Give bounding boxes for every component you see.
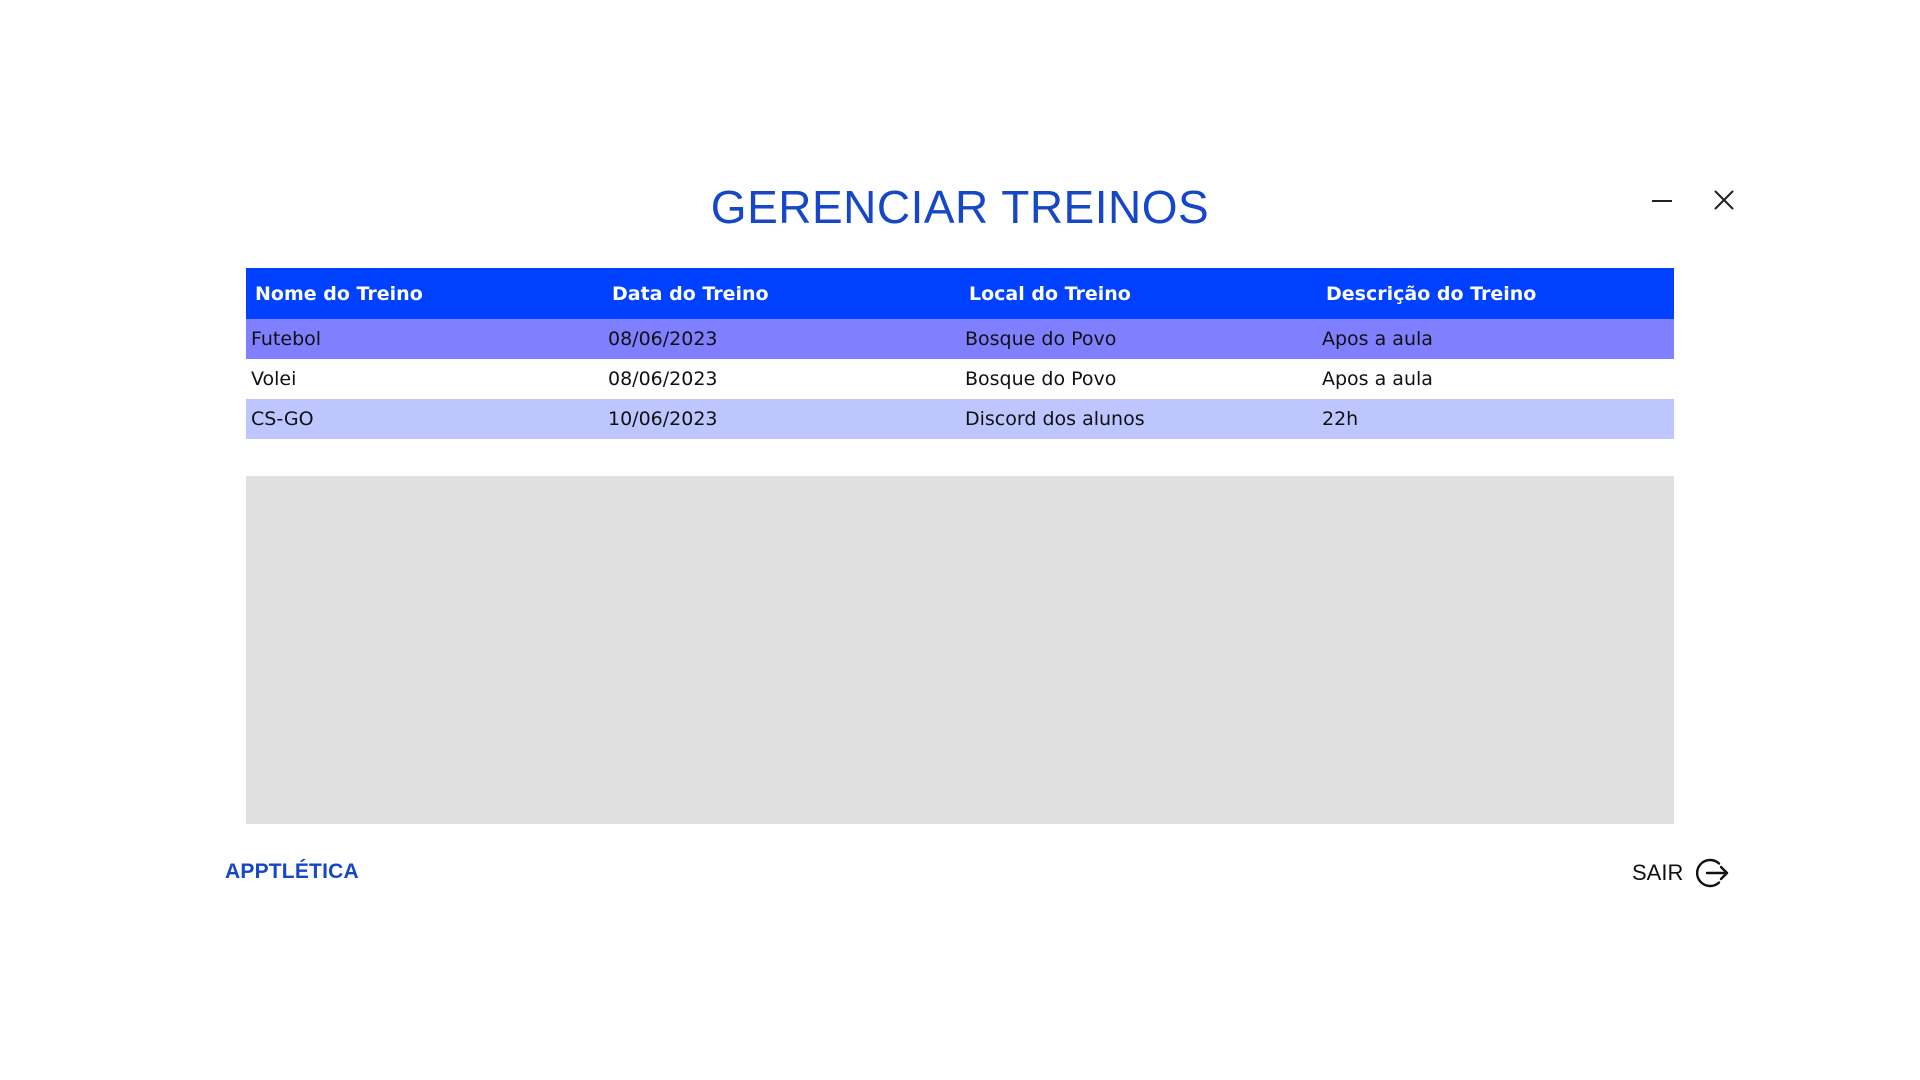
cell-nome[interactable]: Volei [246, 359, 603, 399]
minimize-button[interactable] [1648, 186, 1676, 214]
manage-trainings-window: GERENCIAR TREINOS Nome do Treino Data do… [0, 0, 1920, 1080]
cell-descricao[interactable]: 22h [1317, 399, 1674, 439]
close-icon [1714, 190, 1734, 210]
cell-data[interactable]: 08/06/2023 [603, 359, 960, 399]
cell-nome[interactable]: CS-GO [246, 399, 603, 439]
table-row[interactable]: Volei 08/06/2023 Bosque do Povo Apos a a… [246, 359, 1674, 399]
table-header-row: Nome do Treino Data do Treino Local do T… [246, 268, 1674, 319]
cell-local[interactable]: Bosque do Povo [960, 319, 1317, 359]
exit-button[interactable]: SAIR [1632, 855, 1731, 891]
cell-data[interactable]: 08/06/2023 [603, 319, 960, 359]
cell-local[interactable]: Discord dos alunos [960, 399, 1317, 439]
brand-logo-text: APPTLÉTICA [225, 860, 359, 883]
minimize-icon [1652, 200, 1672, 202]
column-header-data[interactable]: Data do Treino [603, 268, 960, 319]
logout-icon [1696, 858, 1729, 888]
column-header-descricao[interactable]: Descrição do Treino [1317, 268, 1674, 319]
cell-data[interactable]: 10/06/2023 [603, 399, 960, 439]
table-row[interactable]: Futebol 08/06/2023 Bosque do Povo Apos a… [246, 319, 1674, 359]
close-button[interactable] [1710, 186, 1738, 214]
cell-local[interactable]: Bosque do Povo [960, 359, 1317, 399]
table-row[interactable]: CS-GO 10/06/2023 Discord dos alunos 22h [246, 399, 1674, 439]
page-title: GERENCIAR TREINOS [710, 181, 1210, 233]
trainings-table[interactable]: Nome do Treino Data do Treino Local do T… [246, 268, 1674, 439]
column-header-local[interactable]: Local do Treino [960, 268, 1317, 319]
column-header-nome[interactable]: Nome do Treino [246, 268, 603, 319]
details-panel [246, 476, 1674, 824]
cell-descricao[interactable]: Apos a aula [1317, 319, 1674, 359]
cell-nome[interactable]: Futebol [246, 319, 603, 359]
exit-label: SAIR [1632, 860, 1684, 885]
cell-descricao[interactable]: Apos a aula [1317, 359, 1674, 399]
